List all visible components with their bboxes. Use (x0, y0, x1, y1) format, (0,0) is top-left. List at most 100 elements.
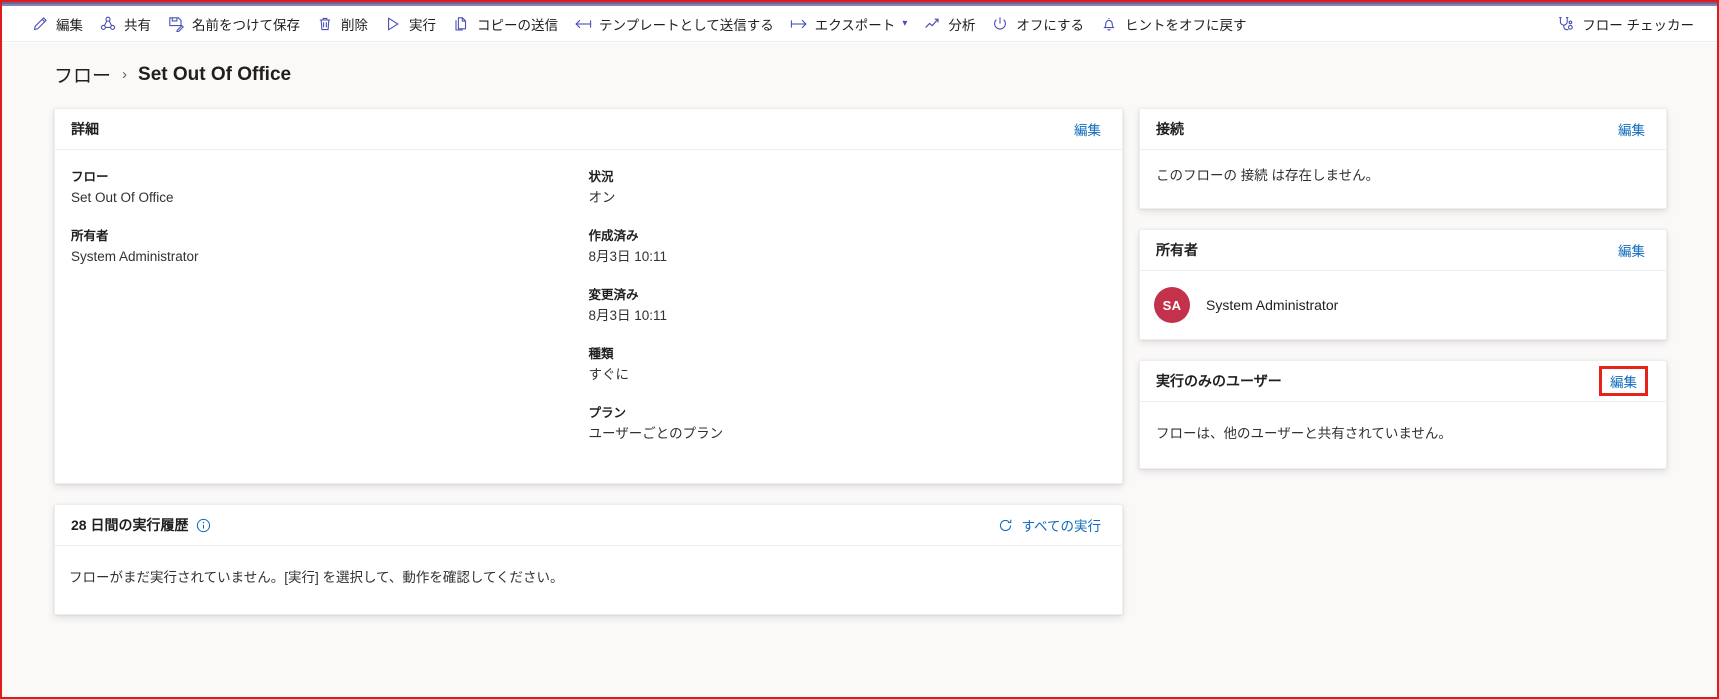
run-history-card: 28 日間の実行履歴 すべての実行 フローがまだ実行されていません。[実行] を… (54, 504, 1123, 615)
command-run-label: 実行 (409, 17, 436, 33)
connections-edit-link[interactable]: 編集 (1615, 118, 1648, 140)
command-delete-label: 削除 (341, 17, 368, 33)
page-title: Set Out Of Office (138, 63, 292, 85)
field-modified-value: 8月3日 10:11 (588, 308, 668, 323)
field-flow-label: フロー (71, 170, 109, 184)
command-turn-hints-off-label: ヒントをオフに戻す (1124, 17, 1247, 33)
breadcrumb-item-flows[interactable]: フロー (54, 61, 111, 88)
command-send-as-template-label: テンプレートとして送信する (599, 17, 774, 33)
run-only-users-card-header: 実行のみのユーザー 編集 (1140, 361, 1666, 402)
owners-card-body: SA System Administrator (1140, 271, 1666, 339)
owners-edit-link[interactable]: 編集 (1615, 239, 1648, 261)
command-turn-off-label: オフにする (1016, 17, 1084, 33)
command-send-copy[interactable]: コピーの送信 (445, 9, 565, 39)
field-plan: プラン ユーザーごとのプラン (589, 404, 1107, 443)
run-history-card-title: 28 日間の実行履歴 (71, 515, 211, 535)
field-modified-label: 変更済み (588, 288, 639, 302)
command-flow-checker-label: フロー チェッカー (1582, 17, 1694, 33)
save-as-icon (167, 15, 185, 33)
connections-empty-text: このフローの 接続 は存在しません。 (1156, 168, 1380, 183)
run-history-empty-text: フローがまだ実行されていません。[実行] を選択して、動作を確認してください。 (69, 570, 564, 585)
connections-card-body: このフローの 接続 は存在しません。 (1140, 150, 1666, 208)
details-card-title: 詳細 (71, 121, 99, 137)
field-created-value: 8月3日 10:11 (588, 249, 668, 264)
send-template-icon (574, 15, 592, 33)
trash-icon (316, 15, 334, 33)
command-turn-off[interactable]: オフにする (984, 9, 1091, 39)
all-runs-link[interactable]: すべての実行 (995, 514, 1104, 536)
owners-card: 所有者 編集 SA System Administrator (1139, 229, 1667, 340)
field-owner: 所有者 System Administrator (71, 227, 589, 266)
details-card: 詳細 編集 フロー Set Out Of Office 所有者 System A… (54, 108, 1123, 484)
field-status: 状況 オン (589, 168, 1107, 207)
app-window: 編集 共有 名前をつけて保存 削除 実行 コピーの送信 テンプレートとして送信す… (0, 0, 1719, 699)
connections-card: 接続 編集 このフローの 接続 は存在しません。 (1139, 108, 1667, 209)
connections-card-header: 接続 編集 (1140, 109, 1666, 150)
pencil-icon (31, 15, 49, 33)
refresh-icon (998, 518, 1013, 533)
command-send-as-template[interactable]: テンプレートとして送信する (567, 9, 781, 39)
field-created: 作成済み 8月3日 10:11 (589, 227, 1107, 266)
flow-checker-icon (1557, 15, 1575, 33)
bell-icon (1100, 15, 1118, 33)
chevron-down-icon: ▾ (902, 17, 908, 29)
run-only-users-edit-link[interactable]: 編集 (1599, 366, 1648, 396)
command-flow-checker[interactable]: フロー チェッカー (1550, 9, 1701, 39)
analytics-icon (923, 15, 941, 33)
command-share-label: 共有 (124, 17, 151, 33)
command-export[interactable]: エクスポート ▾ (783, 9, 915, 39)
command-edit[interactable]: 編集 (24, 9, 90, 39)
command-save-as-label: 名前をつけて保存 (192, 17, 300, 33)
field-status-value: オン (588, 190, 616, 205)
field-flow-value: Set Out Of Office (71, 190, 174, 205)
field-type: 種類 すぐに (589, 345, 1107, 384)
run-only-users-card-title: 実行のみのユーザー (1156, 373, 1282, 389)
run-history-card-body: フローがまだ実行されていません。[実行] を選択して、動作を確認してください。 (55, 546, 1122, 614)
details-edit-link[interactable]: 編集 (1071, 118, 1104, 140)
details-card-header: 詳細 編集 (55, 109, 1122, 150)
command-run[interactable]: 実行 (377, 9, 443, 39)
command-delete[interactable]: 削除 (309, 9, 375, 39)
all-runs-label: すべての実行 (1021, 519, 1101, 534)
command-share[interactable]: 共有 (92, 9, 158, 39)
field-type-label: 種類 (588, 347, 614, 361)
left-column: 詳細 編集 フロー Set Out Of Office 所有者 System A… (54, 108, 1123, 635)
command-export-label: エクスポート (814, 17, 896, 33)
details-right-fields: 状況 オン 作成済み 8月3日 10:11 変更済み 8月3日 10:11 種類… (589, 168, 1107, 463)
run-history-card-header: 28 日間の実行履歴 すべての実行 (55, 505, 1122, 546)
field-flow: フロー Set Out Of Office (71, 168, 589, 207)
command-bar: 編集 共有 名前をつけて保存 削除 実行 コピーの送信 テンプレートとして送信す… (2, 6, 1717, 42)
owners-card-header: 所有者 編集 (1140, 230, 1666, 271)
details-left-fields: フロー Set Out Of Office 所有者 System Adminis… (71, 168, 589, 463)
export-icon (790, 15, 808, 33)
command-save-as[interactable]: 名前をつけて保存 (160, 9, 307, 39)
field-plan-label: プラン (588, 406, 627, 420)
command-edit-label: 編集 (56, 17, 83, 33)
command-analytics[interactable]: 分析 (916, 9, 982, 39)
field-created-label: 作成済み (588, 229, 639, 243)
field-modified: 変更済み 8月3日 10:11 (589, 286, 1107, 325)
copy-icon (452, 15, 470, 33)
play-icon (384, 15, 402, 33)
run-only-users-empty-text: フローは、他のユーザーと共有されていません。 (1156, 426, 1452, 441)
info-icon[interactable] (196, 518, 211, 533)
breadcrumb: フロー › Set Out Of Office (2, 43, 1717, 98)
command-send-copy-label: コピーの送信 (477, 17, 558, 33)
owners-card-title: 所有者 (1156, 242, 1198, 258)
command-turn-hints-off[interactable]: ヒントをオフに戻す (1093, 9, 1254, 39)
power-icon (991, 15, 1009, 33)
field-type-value: すぐに (588, 367, 630, 382)
owner-name: System Administrator (1206, 297, 1339, 313)
content-columns: 詳細 編集 フロー Set Out Of Office 所有者 System A… (2, 98, 1717, 635)
run-only-users-card-body: フローは、他のユーザーと共有されていません。 (1140, 402, 1666, 468)
run-only-users-card: 実行のみのユーザー 編集 フローは、他のユーザーと共有されていません。 (1139, 360, 1667, 469)
share-icon (99, 15, 117, 33)
field-plan-value: ユーザーごとのプラン (588, 426, 724, 441)
chevron-right-icon: › (122, 66, 128, 83)
connections-card-title: 接続 (1156, 121, 1184, 137)
avatar: SA (1154, 287, 1190, 323)
details-card-body: フロー Set Out Of Office 所有者 System Adminis… (55, 150, 1122, 483)
owner-list-item[interactable]: SA System Administrator (1154, 283, 1650, 325)
page-content: フロー › Set Out Of Office 詳細 編集 フロー Set Ou… (2, 43, 1717, 697)
run-history-title-text: 28 日間の実行履歴 (71, 517, 189, 533)
